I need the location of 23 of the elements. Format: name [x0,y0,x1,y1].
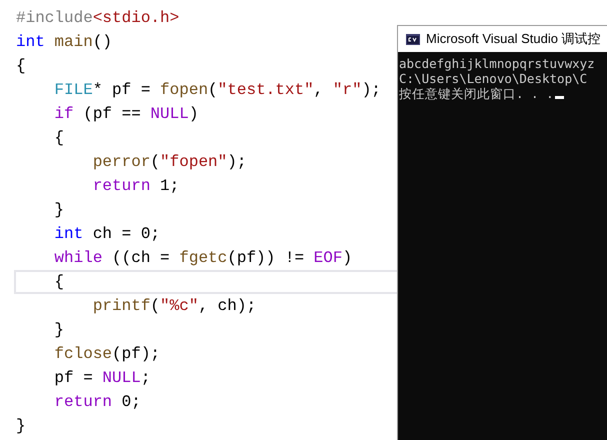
code-line: while ((ch = fgetc(pf)) != EOF) [53,249,352,267]
code-line: perror("fopen"); [92,153,246,171]
code-line: pf = NULL; [53,369,150,387]
console-output-line: 按任意键关闭此窗口. . . [399,86,554,101]
console-app-icon [406,34,420,44]
code-line: { [53,129,64,147]
code-line: if (pf == NULL) [53,105,198,123]
code-line: #include<stdio.h> [16,9,180,27]
code-line: fclose(pf); [53,345,160,363]
code-line: printf("%c", ch); [92,297,256,315]
console-output-line: abcdefghijklmnopqrstuvwxyz [399,56,595,71]
code-line: } [53,321,64,339]
code-line: return 0; [53,393,141,411]
console-title: Microsoft Visual Studio 调试控 [426,30,601,48]
code-line: } [16,417,26,435]
code-line: FILE* pf = fopen("test.txt", "r"); [53,81,381,99]
code-line: int main() [16,33,112,51]
code-line: { [16,57,26,75]
code-line: return 1; [92,177,180,195]
code-line: { [53,273,64,291]
console-output-line: C:\Users\Lenovo\Desktop\C [399,71,588,86]
code-line: int ch = 0; [53,225,160,243]
code-line: } [53,201,64,219]
